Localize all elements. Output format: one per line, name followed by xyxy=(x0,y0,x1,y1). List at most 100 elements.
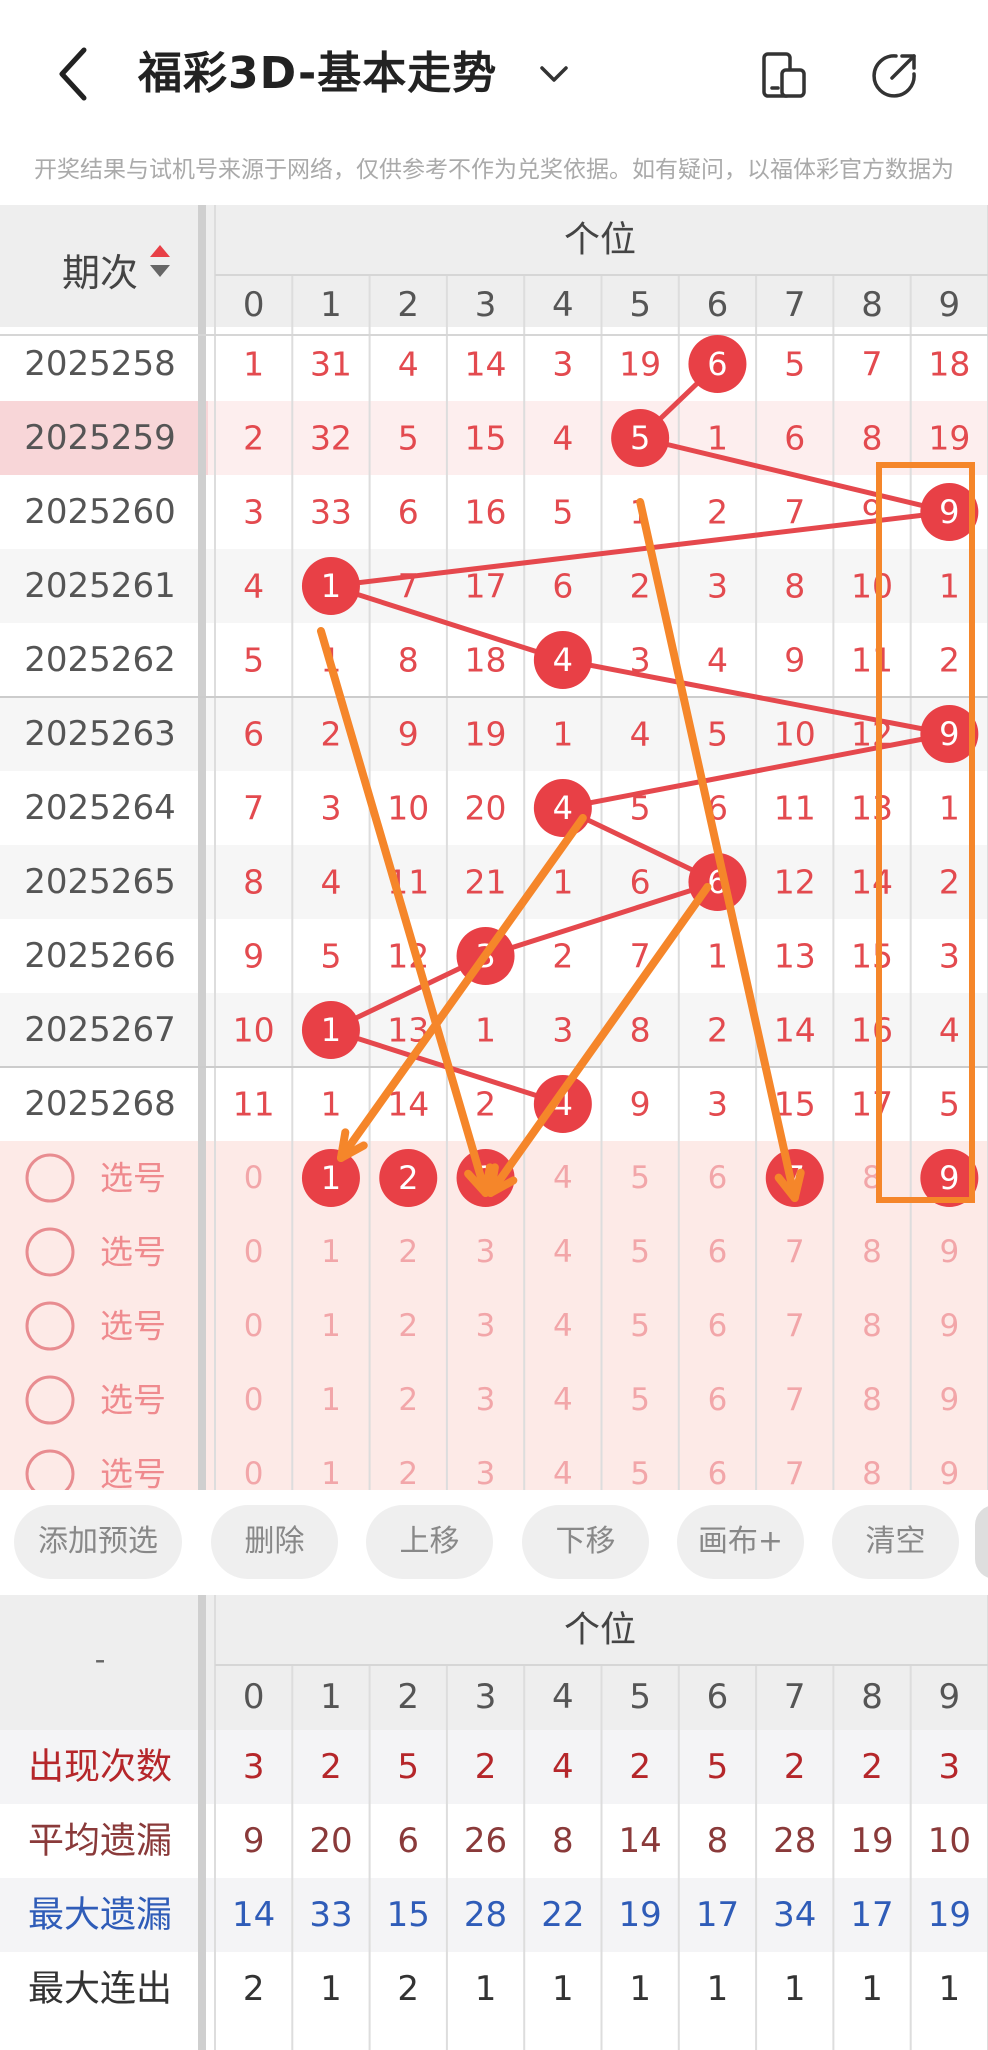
period-label: 2025258 xyxy=(24,344,175,384)
omission-cell: 17 xyxy=(851,1085,893,1124)
omission-cell: 31 xyxy=(310,345,352,384)
stats-value: 33 xyxy=(309,1895,352,1935)
select-digit: 9 xyxy=(939,1308,959,1344)
toolbar-button[interactable]: 下移 xyxy=(522,1505,649,1579)
select-digit: 9 xyxy=(939,1234,959,1270)
stats-value: 4 xyxy=(552,1747,574,1787)
omission-cell: 2 xyxy=(707,1011,728,1050)
select-digit: 4 xyxy=(553,1160,573,1196)
data-source-notice: 开奖结果与试机号来源于网络，仅供参考不作为兑奖依据。如有疑问，以福体彩官方数据为 xyxy=(34,157,954,183)
stats-value: 19 xyxy=(619,1895,662,1935)
period-label: 2025268 xyxy=(24,1084,175,1124)
hit-ball-number: 4 xyxy=(553,641,573,679)
hit-ball-number: 9 xyxy=(939,493,959,531)
select-digit: 5 xyxy=(630,1308,650,1344)
omission-cell: 1 xyxy=(939,789,960,828)
omission-cell: 1 xyxy=(320,1085,341,1124)
toolbar-button[interactable]: 删除 xyxy=(211,1505,338,1579)
stats-value: 26 xyxy=(464,1821,507,1861)
digit-header: 4 xyxy=(552,285,574,325)
chevron-down-icon[interactable] xyxy=(536,56,572,92)
stats-value: 5 xyxy=(707,1747,729,1787)
omission-cell: 6 xyxy=(630,863,651,902)
page-title[interactable]: 福彩3D-基本走势 xyxy=(138,44,497,104)
stats-value: 34 xyxy=(773,1895,816,1935)
omission-cell: 6 xyxy=(552,567,573,606)
select-label: 选号 xyxy=(100,1159,166,1198)
omission-cell: 4 xyxy=(398,345,419,384)
hit-ball-number: 1 xyxy=(321,1011,341,1049)
omission-cell: 7 xyxy=(398,567,419,606)
select-label: 选号 xyxy=(100,1381,166,1420)
stats-value: 1 xyxy=(552,1969,574,2009)
stats-value: 2 xyxy=(861,1747,883,1787)
select-digit: 3 xyxy=(476,1456,496,1490)
digit-header: 2 xyxy=(397,285,419,325)
omission-cell: 14 xyxy=(851,863,893,902)
stats-value: 20 xyxy=(309,1821,352,1861)
stats-value: 1 xyxy=(629,1969,651,2009)
stats-value: 1 xyxy=(320,1969,342,2009)
omission-cell: 1 xyxy=(552,863,573,902)
stats-value: 28 xyxy=(464,1895,507,1935)
omission-cell: 7 xyxy=(784,493,805,532)
period-label: 2025266 xyxy=(24,936,175,976)
omission-cell: 5 xyxy=(707,715,728,754)
select-digit: 7 xyxy=(785,1234,805,1270)
hit-ball-number: 6 xyxy=(707,345,727,383)
select-digit: 2 xyxy=(398,1382,418,1418)
stats-value: 19 xyxy=(928,1895,971,1935)
omission-cell: 7 xyxy=(243,789,264,828)
select-label: 选号 xyxy=(100,1307,166,1346)
select-label: 选号 xyxy=(100,1233,166,1272)
omission-cell: 8 xyxy=(784,567,805,606)
omission-cell: 2 xyxy=(707,493,728,532)
back-icon[interactable] xyxy=(50,44,100,104)
omission-cell: 9 xyxy=(398,715,419,754)
toolbar-button[interactable]: 画布+ xyxy=(677,1505,804,1579)
stats-value: 8 xyxy=(707,1821,729,1861)
share-icon[interactable] xyxy=(870,50,920,102)
omission-cell: 2 xyxy=(939,863,960,902)
omission-cell: 11 xyxy=(774,789,816,828)
stats-value: 1 xyxy=(707,1969,729,2009)
omission-cell: 12 xyxy=(774,863,816,902)
select-digit: 1 xyxy=(321,1234,341,1270)
select-digit: 3 xyxy=(476,1234,496,1270)
omission-cell: 4 xyxy=(552,419,573,458)
stats-value: 1 xyxy=(784,1969,806,2009)
device-icon[interactable] xyxy=(760,50,808,102)
omission-cell: 11 xyxy=(233,1085,275,1124)
select-digit: 8 xyxy=(862,1234,882,1270)
period-header: 期次 xyxy=(62,251,138,295)
omission-cell: 13 xyxy=(774,937,816,976)
omission-cell: 3 xyxy=(939,937,960,976)
stats-digit-header: 8 xyxy=(861,1677,883,1717)
toolbar-button[interactable]: 清空 xyxy=(832,1505,959,1579)
omission-cell: 8 xyxy=(630,1011,651,1050)
period-label: 2025265 xyxy=(24,862,175,902)
period-label: 2025259 xyxy=(24,418,175,458)
select-digit: 6 xyxy=(708,1382,728,1418)
omission-cell: 13 xyxy=(851,789,893,828)
toolbar-more-button[interactable] xyxy=(975,1505,988,1579)
select-digit: 1 xyxy=(321,1308,341,1344)
omission-cell: 10 xyxy=(851,567,893,606)
section-header: 个位 xyxy=(564,220,636,261)
omission-cell: 16 xyxy=(851,1011,893,1050)
omission-cell: 18 xyxy=(465,641,507,680)
toolbar-button[interactable]: 上移 xyxy=(366,1505,493,1579)
toolbar-button[interactable]: 添加预选 xyxy=(14,1505,182,1579)
omission-cell: 4 xyxy=(243,567,264,606)
stats-value: 2 xyxy=(629,1747,651,1787)
stats-digit-header: 5 xyxy=(629,1677,651,1717)
omission-cell: 9 xyxy=(784,641,805,680)
stats-value: 8 xyxy=(552,1821,574,1861)
trend-chart[interactable]: 期次 个位 0 1 2 3 4 5 6 7 8 9 2025258 1 31 4 14 3 19 5 7 18 202525… xyxy=(0,205,988,1490)
select-digit: 3 xyxy=(476,1308,496,1344)
select-digit: 6 xyxy=(708,1308,728,1344)
stats-value: 17 xyxy=(696,1895,739,1935)
digit-header: 8 xyxy=(861,285,883,325)
select-digit: 8 xyxy=(862,1456,882,1490)
select-digit: 5 xyxy=(630,1160,650,1196)
